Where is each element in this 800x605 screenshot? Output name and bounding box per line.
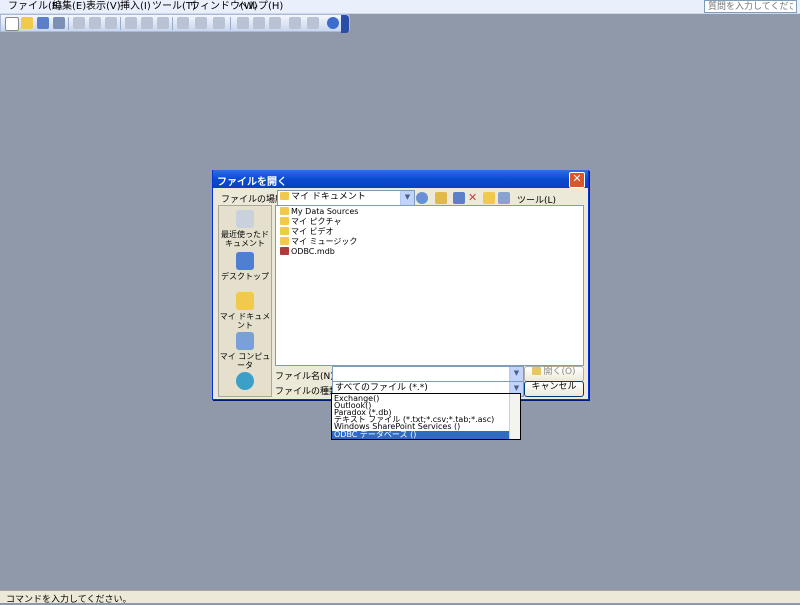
standard-toolbar: [0, 14, 350, 33]
menu-insert[interactable]: 挿入(I): [120, 1, 151, 13]
place-network[interactable]: [219, 372, 271, 392]
new-object-icon[interactable]: [289, 17, 301, 29]
new-icon[interactable]: [5, 17, 19, 31]
cut-icon[interactable]: [125, 17, 137, 29]
toolbar-separator: [68, 17, 69, 30]
cancel-button[interactable]: キャンセル: [524, 381, 584, 397]
copy-icon[interactable]: [141, 17, 153, 29]
folder-icon: [280, 217, 289, 225]
dropdown-option-selected[interactable]: ODBC データベース (): [332, 431, 512, 439]
filetype-dropdown-list[interactable]: Exchange() Outlook() Paradox (*.db) テキスト…: [331, 393, 521, 440]
desktop-icon: [236, 252, 254, 270]
menu-help[interactable]: ヘルプ(H): [238, 1, 283, 13]
open-folder-icon: [532, 367, 542, 375]
menu-edit[interactable]: 編集(E): [52, 1, 86, 13]
undo-icon[interactable]: [177, 17, 189, 29]
filetype-value: すべてのファイル (*.*): [335, 383, 428, 393]
open-file-dialog: ファイルを開く ✕ ファイルの場所(I): マイ ドキュメント ▼ ✕ ツール(…: [212, 170, 589, 400]
help-search-input[interactable]: [704, 0, 797, 13]
menu-view[interactable]: 表示(V): [86, 1, 121, 13]
properties-icon[interactable]: [253, 17, 265, 29]
up-folder-icon[interactable]: [435, 192, 447, 204]
status-text: コマンドを入力してください。: [6, 595, 132, 605]
dropdown-scrollbar[interactable]: [509, 394, 520, 439]
status-bar: コマンドを入力してください。: [0, 590, 800, 605]
folder-icon: [280, 237, 289, 245]
place-desktop[interactable]: デスクトップ: [219, 252, 271, 281]
access-database-icon: [280, 247, 289, 255]
place-my-computer[interactable]: マイ コンピュータ: [219, 332, 271, 370]
dropdown-arrow-icon[interactable]: [307, 17, 319, 29]
save-icon[interactable]: [37, 17, 49, 29]
toolbar-separator: [230, 17, 231, 30]
folder-icon: [280, 192, 289, 200]
open-button[interactable]: 開く(O): [524, 366, 584, 382]
chevron-down-icon[interactable]: ▼: [400, 191, 414, 206]
my-documents-icon: [236, 292, 254, 310]
print-preview-icon[interactable]: [89, 17, 101, 29]
close-button[interactable]: ✕: [569, 172, 585, 188]
recent-documents-icon: [236, 210, 254, 228]
new-folder-icon[interactable]: [483, 192, 495, 204]
open-folder-icon[interactable]: [21, 17, 33, 29]
relationships-icon[interactable]: [269, 17, 281, 29]
dialog-title: ファイルを開く: [217, 177, 287, 188]
analyze-icon[interactable]: [213, 17, 225, 29]
list-item[interactable]: マイ ミュージック: [280, 237, 357, 247]
list-item[interactable]: My Data Sources: [280, 207, 358, 217]
network-places-icon: [236, 372, 254, 390]
print-icon[interactable]: [73, 17, 85, 29]
chevron-down-icon[interactable]: ▼: [509, 367, 523, 381]
places-bar: 最近使ったドキュメント デスクトップ マイ ドキュメント マイ コンピュータ: [218, 205, 272, 397]
views-icon[interactable]: [498, 192, 510, 204]
code-icon[interactable]: [237, 17, 249, 29]
toolbar-separator: [172, 17, 173, 30]
filename-label: ファイル名(N):: [275, 372, 337, 382]
dialog-titlebar[interactable]: ファイルを開く ✕: [213, 170, 588, 188]
toolbar-separator: [120, 17, 121, 30]
list-item[interactable]: ODBC.mdb: [280, 247, 335, 257]
back-icon[interactable]: [416, 192, 428, 204]
search-web-icon[interactable]: [453, 192, 465, 204]
place-my-documents[interactable]: マイ ドキュメント: [219, 292, 271, 330]
my-computer-icon: [236, 332, 254, 350]
search-file-icon[interactable]: [53, 17, 65, 29]
office-links-icon[interactable]: [195, 17, 207, 29]
folder-icon: [280, 227, 289, 235]
help-icon[interactable]: [327, 17, 339, 29]
paste-icon[interactable]: [157, 17, 169, 29]
menu-bar: ファイル(F) 編集(E) 表示(V) 挿入(I) ツール(T) ウィンドウ(W…: [0, 0, 800, 14]
list-item[interactable]: マイ ビデオ: [280, 227, 334, 237]
spelling-icon[interactable]: [105, 17, 117, 29]
place-recent[interactable]: 最近使ったドキュメント: [219, 210, 271, 248]
delete-icon[interactable]: ✕: [468, 191, 477, 204]
file-list[interactable]: My Data Sources マイ ピクチャ マイ ビデオ マイ ミュージック…: [275, 205, 584, 366]
folder-icon: [280, 207, 289, 215]
toolbar-options-icon[interactable]: [341, 15, 349, 33]
list-item[interactable]: マイ ピクチャ: [280, 217, 341, 227]
look-in-value: マイ ドキュメント: [291, 192, 366, 202]
filename-combobox[interactable]: ▼: [332, 366, 524, 382]
